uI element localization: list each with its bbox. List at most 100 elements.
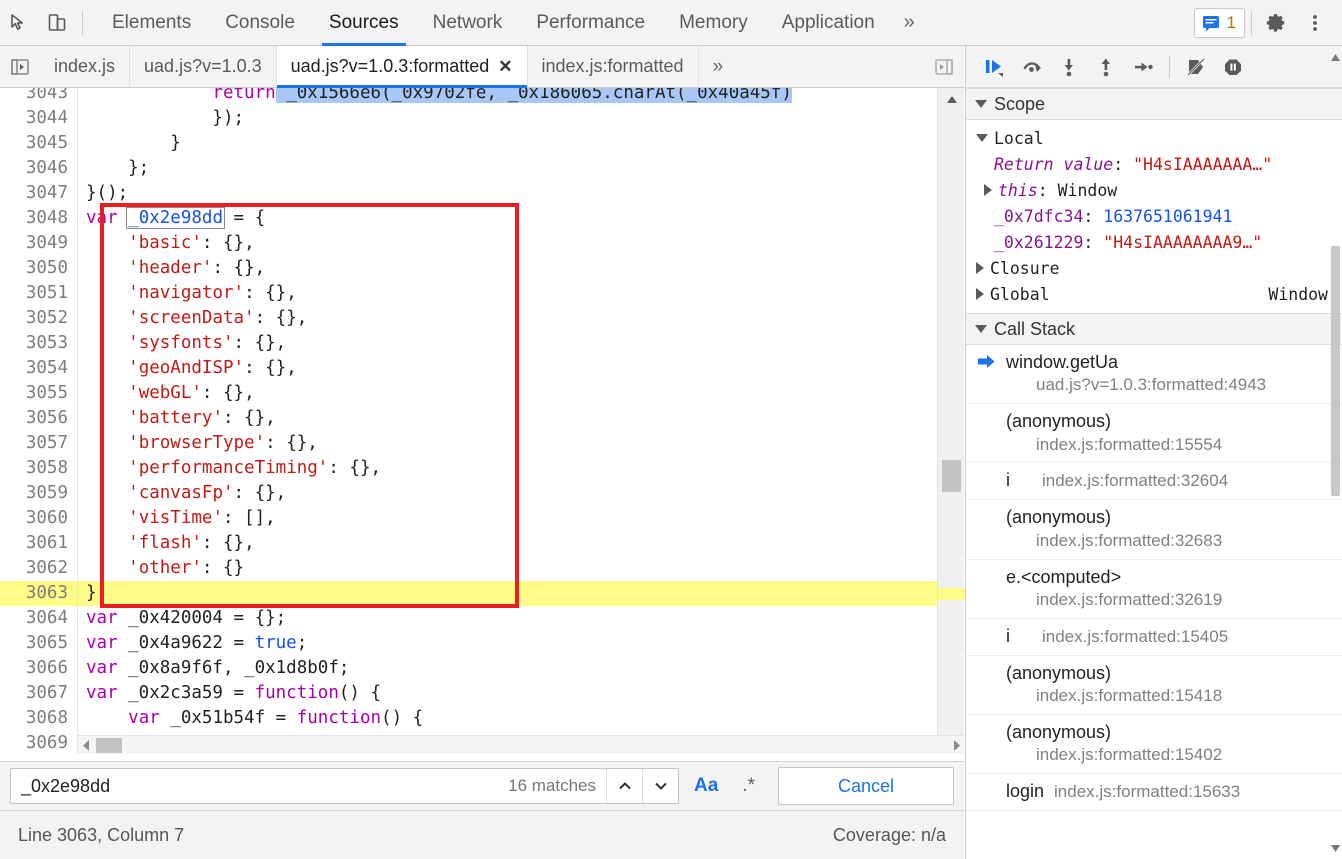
line-number[interactable]: 3061: [0, 531, 77, 556]
line-number[interactable]: 3057: [0, 431, 77, 456]
editor-vertical-scrollbar[interactable]: [937, 88, 965, 753]
code-line[interactable]: 'navigator': {},: [78, 281, 937, 306]
scope-entry-this[interactable]: this: Window: [966, 177, 1342, 203]
line-number[interactable]: 3065: [0, 631, 77, 656]
scope-entry-var-0x261229[interactable]: _0x261229: "H4sIAAAAAAAA9…": [966, 229, 1342, 255]
line-number[interactable]: 3060: [0, 506, 77, 531]
tab-memory[interactable]: Memory: [662, 0, 765, 46]
code-line[interactable]: var _0x2c3a59 = function() {: [78, 681, 937, 706]
code-line[interactable]: };: [78, 581, 937, 606]
code-line[interactable]: }: [78, 131, 937, 156]
step-out-icon[interactable]: [1089, 50, 1123, 84]
code-lines-container[interactable]: return _0x1566e6(_0x9702fe, _0x186065.ch…: [78, 88, 937, 753]
pause-on-exceptions-icon[interactable]: [1216, 50, 1250, 84]
line-number[interactable]: 3064: [0, 606, 77, 631]
tab-sources[interactable]: Sources: [312, 0, 416, 46]
tab-console[interactable]: Console: [208, 0, 312, 46]
call-stack-frame[interactable]: login index.js:formatted:15633: [966, 774, 1342, 812]
device-toolbar-icon[interactable]: [38, 4, 76, 42]
code-line[interactable]: 'webGL': {},: [78, 381, 937, 406]
line-number[interactable]: 3069: [0, 731, 77, 753]
line-number[interactable]: 3045: [0, 131, 77, 156]
call-stack-frame[interactable]: i index.js:formatted:32604: [966, 463, 1342, 501]
line-number[interactable]: 3066: [0, 656, 77, 681]
call-stack-section-header[interactable]: Call Stack: [966, 313, 1342, 345]
regex-toggle[interactable]: .*: [733, 768, 764, 804]
code-line[interactable]: 'screenData': {},: [78, 306, 937, 331]
code-line[interactable]: 'battery': {},: [78, 406, 937, 431]
code-line[interactable]: var _0x4a9622 = true;: [78, 631, 937, 656]
source-code-editor[interactable]: 3043 3044 3045 3046 3047 3048 3049 3050 3051 3052…: [0, 88, 964, 753]
scope-group-local[interactable]: Local: [966, 125, 1342, 151]
line-number[interactable]: 3059: [0, 481, 77, 506]
call-stack-frame[interactable]: window.getUa uad.js?v=1.0.3:formatted:494…: [966, 345, 1342, 405]
line-number[interactable]: 3068: [0, 706, 77, 731]
more-tabs-chevron-icon[interactable]: »: [699, 46, 738, 87]
call-stack-frame[interactable]: (anonymous) index.js:formatted:15402: [966, 715, 1342, 775]
scroll-left-arrow-icon[interactable]: [78, 736, 94, 755]
step-over-icon[interactable]: [1015, 50, 1049, 84]
line-number[interactable]: 3046: [0, 156, 77, 181]
scroll-up-arrow-icon[interactable]: [938, 88, 965, 110]
code-line[interactable]: }();: [78, 181, 937, 206]
resume-icon[interactable]: [978, 50, 1012, 84]
search-next-button[interactable]: [642, 769, 678, 803]
code-line[interactable]: 'browserType': {},: [78, 431, 937, 456]
vertical-scrollbar-thumb[interactable]: [942, 460, 961, 492]
line-number[interactable]: 3050: [0, 256, 77, 281]
tab-network[interactable]: Network: [416, 0, 520, 46]
call-stack-frame[interactable]: i index.js:formatted:15405: [966, 619, 1342, 656]
line-number[interactable]: 3067: [0, 681, 77, 706]
code-line[interactable]: return _0x1566e6(_0x9702fe, _0x186065.ch…: [78, 88, 937, 106]
call-stack-frame[interactable]: (anonymous) index.js:formatted:15418: [966, 656, 1342, 716]
code-line[interactable]: var _0x8a9f6f, _0x1d8b0f;: [78, 656, 937, 681]
close-icon[interactable]: ✕: [498, 58, 512, 75]
horizontal-scrollbar-thumb[interactable]: [96, 738, 122, 753]
line-number[interactable]: 3043: [0, 88, 77, 106]
source-tab-uad-js-formatted[interactable]: uad.js?v=1.0.3:formatted ✕: [276, 46, 528, 88]
scroll-right-arrow-icon[interactable]: [948, 736, 964, 755]
code-line[interactable]: 'sysfonts': {},: [78, 331, 937, 356]
call-stack-frame[interactable]: (anonymous) index.js:formatted:32683: [966, 500, 1342, 560]
debugger-panel-scrollbar[interactable]: [1329, 46, 1342, 859]
source-tab-index-js-formatted[interactable]: index.js:formatted: [528, 46, 699, 87]
panel-scroll-down-arrow-icon[interactable]: [1330, 841, 1341, 855]
scope-group-global[interactable]: Global Window: [966, 281, 1342, 307]
code-line[interactable]: 'flash': {},: [78, 531, 937, 556]
search-input[interactable]: [11, 769, 499, 803]
scope-entry-return-value[interactable]: Return value: "H4sIAAAAAAA…": [966, 151, 1342, 177]
line-number[interactable]: 3062: [0, 556, 77, 581]
cancel-button[interactable]: Cancel: [778, 767, 954, 805]
console-messages-badge[interactable]: 1: [1193, 7, 1245, 38]
code-line[interactable]: 'other': {}: [78, 556, 937, 581]
code-line[interactable]: var _0x51b54f = function() {: [78, 706, 937, 731]
line-number[interactable]: 3051: [0, 281, 77, 306]
line-number[interactable]: 3052: [0, 306, 77, 331]
line-number-gutter[interactable]: 3043 3044 3045 3046 3047 3048 3049 3050 3051 3052…: [0, 88, 78, 753]
code-line[interactable]: var _0x420004 = {};: [78, 606, 937, 631]
code-line[interactable]: 'geoAndISP': {},: [78, 356, 937, 381]
match-case-toggle[interactable]: Aa: [685, 768, 727, 804]
line-number[interactable]: 3047: [0, 181, 77, 206]
scope-group-closure[interactable]: Closure: [966, 255, 1342, 281]
show-debugger-icon[interactable]: [924, 56, 964, 78]
editor-horizontal-scrollbar[interactable]: [78, 735, 964, 754]
code-line[interactable]: 'performanceTiming': {},: [78, 456, 937, 481]
code-line[interactable]: 'canvasFp': {},: [78, 481, 937, 506]
line-number[interactable]: 3049: [0, 231, 77, 256]
more-panels-chevron-icon[interactable]: »: [892, 0, 927, 46]
chevron-right-icon[interactable]: [984, 184, 992, 196]
call-stack-frame[interactable]: e.<computed> index.js:formatted:32619: [966, 560, 1342, 619]
code-line[interactable]: var _0x2e98dd = {: [78, 206, 937, 231]
call-stack-frame[interactable]: (anonymous) index.js:formatted:15554: [966, 404, 1342, 464]
tab-application[interactable]: Application: [765, 0, 892, 46]
scope-section-header[interactable]: Scope: [966, 88, 1342, 120]
source-tab-index-js[interactable]: index.js: [40, 46, 131, 87]
code-line[interactable]: 'visTime': [],: [78, 506, 937, 531]
panel-scroll-up-arrow-icon[interactable]: [1330, 50, 1341, 64]
line-number[interactable]: 3063: [0, 581, 77, 606]
show-navigator-icon[interactable]: [0, 46, 40, 87]
code-line[interactable]: 'basic': {},: [78, 231, 937, 256]
kebab-menu-icon[interactable]: [1296, 4, 1334, 42]
line-number[interactable]: 3056: [0, 406, 77, 431]
